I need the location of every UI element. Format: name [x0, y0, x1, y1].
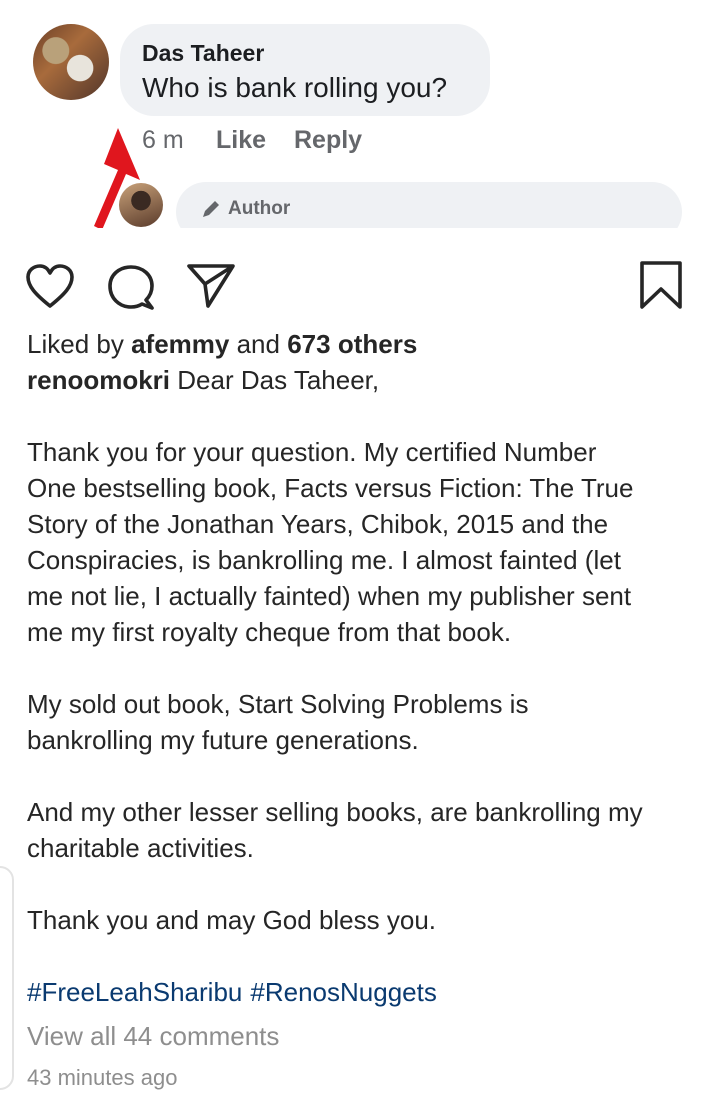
post-username[interactable]: renoomokri	[27, 365, 170, 395]
caption-line: Thank you and may God bless you.	[27, 905, 437, 935]
caption-paragraph-1: Thank you for your question. My certifie…	[27, 434, 697, 650]
caption-line: me my first royalty cheque from that boo…	[27, 617, 512, 647]
liked-by-and: and	[236, 329, 280, 359]
comment-screenshot: Das Taheer Who is bank rolling you? 6 m …	[0, 0, 720, 228]
caption-paragraph-4: Thank you and may God bless you.	[27, 902, 697, 938]
commenter-avatar	[33, 24, 109, 100]
caption-paragraph-2: My sold out book, Start Solving Problems…	[27, 686, 697, 758]
bookmark-icon[interactable]	[638, 260, 684, 310]
caption-line: One bestselling book, Facts versus Ficti…	[27, 473, 634, 503]
comment-bubble: Das Taheer Who is bank rolling you?	[120, 24, 490, 116]
edge-overlay-card	[0, 866, 14, 1090]
reply-input-box[interactable]: Author	[176, 182, 682, 228]
caption-line: My sold out book, Start Solving Problems…	[27, 689, 529, 719]
post-timestamp: 43 minutes ago	[27, 1065, 178, 1090]
view-all-comments-link[interactable]: View all 44 comments	[27, 1018, 697, 1054]
comment-like-link[interactable]: Like	[216, 126, 266, 155]
hashtag-link[interactable]: #FreeLeahSharibu	[27, 977, 242, 1007]
author-tag: Author	[200, 198, 290, 220]
liked-by-prefix: Liked by	[27, 329, 124, 359]
heart-icon[interactable]	[25, 264, 75, 310]
author-tag-label: Author	[228, 198, 291, 219]
caption-line: Conspiracies, is bankrolling me. I almos…	[27, 545, 621, 575]
share-icon[interactable]	[186, 262, 236, 310]
caption-line: And my other lesser selling books, are b…	[27, 797, 643, 827]
caption-line: bankrolling my future generations.	[27, 725, 419, 755]
post-action-bar	[0, 258, 720, 314]
post-body: Liked by afemmy and 673 others renoomokr…	[27, 326, 697, 1096]
pencil-icon	[203, 201, 219, 217]
caption-greeting: Dear Das Taheer,	[177, 365, 380, 395]
author-avatar	[119, 183, 163, 227]
comment-time: 6 m	[142, 126, 184, 154]
comment-reply-link[interactable]: Reply	[294, 126, 362, 155]
commenter-name: Das Taheer	[142, 40, 265, 66]
liked-by-user[interactable]: afemmy	[131, 329, 229, 359]
liked-by-others[interactable]: 673 others	[287, 329, 417, 359]
liked-by-row: Liked by afemmy and 673 others	[27, 326, 697, 362]
caption-paragraph-3: And my other lesser selling books, are b…	[27, 794, 697, 866]
comment-text: Who is bank rolling you?	[142, 72, 448, 103]
caption-line: me not lie, I actually fainted) when my …	[27, 581, 632, 611]
caption-line: Story of the Jonathan Years, Chibok, 201…	[27, 509, 609, 539]
caption-line: charitable activities.	[27, 833, 254, 863]
hashtag-row: #FreeLeahSharibu #RenosNuggets	[27, 974, 697, 1010]
hashtag-link[interactable]: #RenosNuggets	[250, 977, 436, 1007]
caption-line: Thank you for your question. My certifie…	[27, 437, 597, 467]
comment-icon[interactable]	[106, 264, 156, 310]
caption-first-line: renoomokri Dear Das Taheer,	[27, 362, 697, 398]
